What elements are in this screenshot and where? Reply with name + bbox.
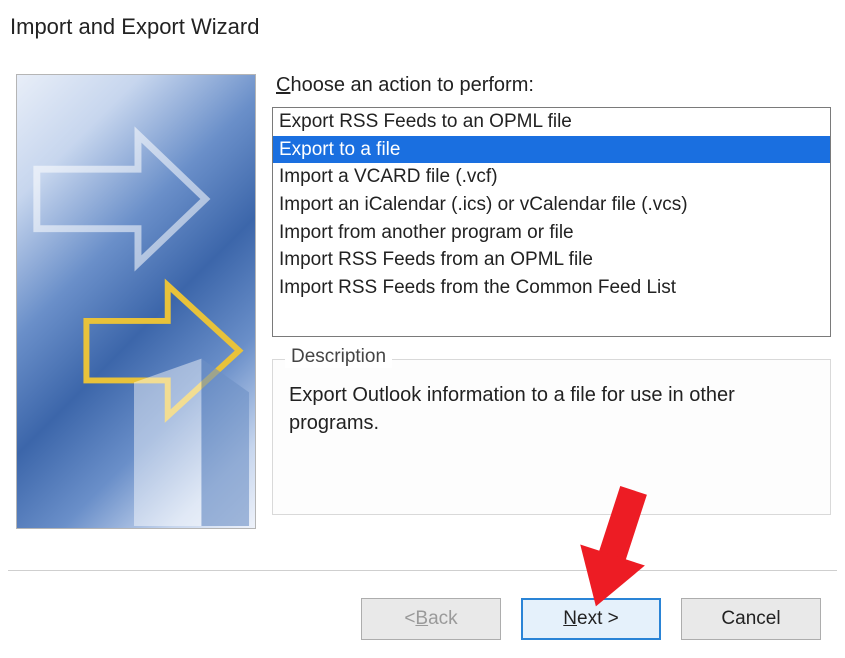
separator: [8, 570, 837, 571]
import-export-wizard: Import and Export Wizard: [0, 0, 845, 658]
action-listbox[interactable]: Export RSS Feeds to an OPML fileExport t…: [272, 107, 831, 337]
action-list-item[interactable]: Export RSS Feeds to an OPML file: [273, 108, 830, 136]
back-button: < Back: [361, 598, 501, 640]
action-list-item[interactable]: Import RSS Feeds from an OPML file: [273, 246, 830, 274]
arrows-icon: [17, 75, 255, 526]
cancel-button[interactable]: Cancel: [681, 598, 821, 640]
wizard-title: Import and Export Wizard: [0, 0, 845, 46]
choose-action-label: Choose an action to perform:: [276, 74, 831, 97]
description-legend: Description: [285, 346, 392, 368]
action-list-item[interactable]: Import from another program or file: [273, 219, 830, 247]
wizard-right-pane: Choose an action to perform: Export RSS …: [272, 74, 831, 529]
action-list-item[interactable]: Import a VCARD file (.vcf): [273, 163, 830, 191]
wizard-content: Choose an action to perform: Export RSS …: [0, 46, 845, 539]
action-list-item[interactable]: Import RSS Feeds from the Common Feed Li…: [273, 274, 830, 302]
wizard-side-graphic: [16, 74, 256, 529]
wizard-button-row: < Back Next > Cancel: [361, 598, 821, 640]
next-button[interactable]: Next >: [521, 598, 661, 640]
description-group: Description Export Outlook information t…: [272, 359, 831, 515]
action-list-item[interactable]: Export to a file: [273, 136, 830, 164]
action-list-item[interactable]: Import an iCalendar (.ics) or vCalendar …: [273, 191, 830, 219]
description-text: Export Outlook information to a file for…: [289, 382, 816, 437]
